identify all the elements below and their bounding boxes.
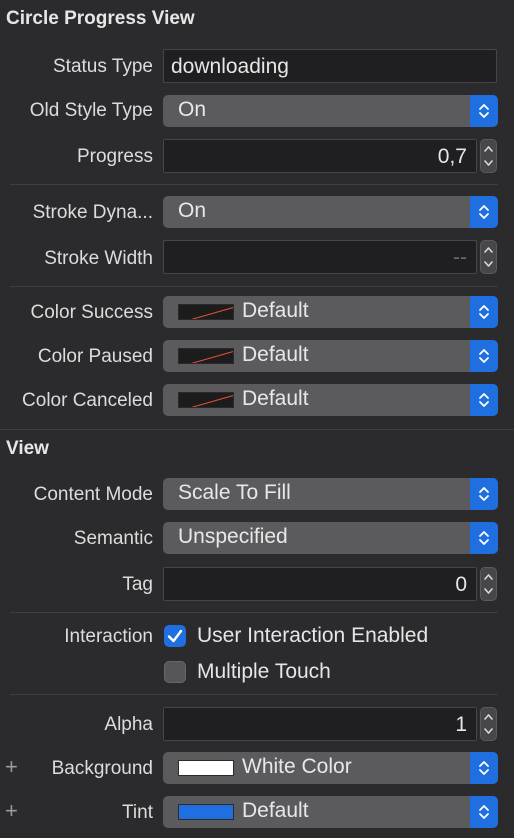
tag-label: Tag xyxy=(122,574,153,595)
section-title-view: View xyxy=(6,438,49,459)
background-popup[interactable]: White Color xyxy=(163,752,498,784)
background-value: White Color xyxy=(242,755,352,778)
color-canceled-value: Default xyxy=(242,387,309,410)
status-type-label: Status Type xyxy=(53,56,153,77)
alpha-value: 1 xyxy=(455,713,467,736)
multiple-touch-label[interactable]: Multiple Touch xyxy=(197,660,331,684)
color-canceled-popup[interactable]: Default xyxy=(163,384,498,416)
stroke-dynamic-popup[interactable]: On xyxy=(163,196,498,228)
progress-label: Progress xyxy=(76,146,153,167)
progress-stepper[interactable] xyxy=(480,139,497,173)
stepper-arrows-icon xyxy=(484,714,493,734)
default-color-swatch xyxy=(178,304,234,320)
tag-stepper[interactable] xyxy=(480,567,497,601)
tint-color-swatch xyxy=(178,804,234,820)
default-color-swatch xyxy=(178,348,234,364)
stepper-arrows-icon xyxy=(484,247,493,267)
user-interaction-checkbox[interactable] xyxy=(164,625,186,647)
alpha-stepper[interactable] xyxy=(480,707,497,741)
status-type-value: downloading xyxy=(171,55,289,78)
stroke-width-label: Stroke Width xyxy=(44,248,153,269)
white-color-swatch xyxy=(178,760,234,776)
alpha-label: Alpha xyxy=(104,714,153,735)
stroke-width-stepper[interactable] xyxy=(480,240,497,274)
plus-icon[interactable]: + xyxy=(5,800,18,822)
up-down-chevron-icon xyxy=(470,95,498,127)
up-down-chevron-icon xyxy=(470,384,498,416)
progress-value: 0,7 xyxy=(437,145,467,168)
section-divider xyxy=(0,429,514,430)
stroke-dynamic-value: On xyxy=(178,199,207,222)
section-title-circle-progress-view: Circle Progress View xyxy=(6,8,195,29)
tag-value: 0 xyxy=(455,573,467,596)
plus-icon[interactable]: + xyxy=(5,756,18,778)
up-down-chevron-icon xyxy=(470,796,498,828)
divider xyxy=(10,694,498,695)
status-type-field[interactable]: downloading xyxy=(163,49,497,83)
tint-popup[interactable]: Default xyxy=(163,796,498,828)
semantic-label: Semantic xyxy=(73,528,153,549)
color-canceled-label: Color Canceled xyxy=(22,390,153,411)
checkmark-icon xyxy=(167,629,183,643)
tint-label: Tint xyxy=(122,802,153,823)
tint-value: Default xyxy=(242,799,309,822)
old-style-type-popup[interactable]: On xyxy=(163,95,498,127)
semantic-popup[interactable]: Unspecified xyxy=(163,522,498,554)
progress-field[interactable]: 0,7 xyxy=(163,139,477,173)
user-interaction-label[interactable]: User Interaction Enabled xyxy=(197,624,428,648)
divider xyxy=(10,286,498,287)
interaction-label: Interaction xyxy=(64,626,153,647)
stepper-arrows-icon xyxy=(484,574,493,594)
stroke-width-field[interactable]: -- xyxy=(163,240,477,274)
up-down-chevron-icon xyxy=(470,296,498,328)
stepper-arrows-icon xyxy=(484,146,493,166)
alpha-field[interactable]: 1 xyxy=(163,707,477,741)
up-down-chevron-icon xyxy=(470,196,498,228)
content-mode-label: Content Mode xyxy=(33,484,153,505)
divider xyxy=(10,612,498,613)
background-label: Background xyxy=(51,758,153,779)
stroke-width-value: -- xyxy=(453,246,467,269)
default-color-swatch xyxy=(178,392,234,408)
up-down-chevron-icon xyxy=(470,340,498,372)
stroke-dynamic-label: Stroke Dyna... xyxy=(32,202,153,223)
color-paused-label: Color Paused xyxy=(37,346,153,367)
multiple-touch-checkbox[interactable] xyxy=(164,661,186,683)
old-style-type-value: On xyxy=(178,98,207,121)
tag-field[interactable]: 0 xyxy=(163,567,477,601)
content-mode-popup[interactable]: Scale To Fill xyxy=(163,478,498,510)
up-down-chevron-icon xyxy=(470,522,498,554)
color-success-label: Color Success xyxy=(30,302,154,323)
color-success-value: Default xyxy=(242,299,309,322)
divider xyxy=(10,184,498,185)
up-down-chevron-icon xyxy=(470,752,498,784)
content-mode-value: Scale To Fill xyxy=(178,481,291,504)
color-success-popup[interactable]: Default xyxy=(163,296,498,328)
color-paused-value: Default xyxy=(242,343,309,366)
old-style-type-label: Old Style Type xyxy=(29,100,153,121)
up-down-chevron-icon xyxy=(470,478,498,510)
color-paused-popup[interactable]: Default xyxy=(163,340,498,372)
semantic-value: Unspecified xyxy=(178,525,288,548)
